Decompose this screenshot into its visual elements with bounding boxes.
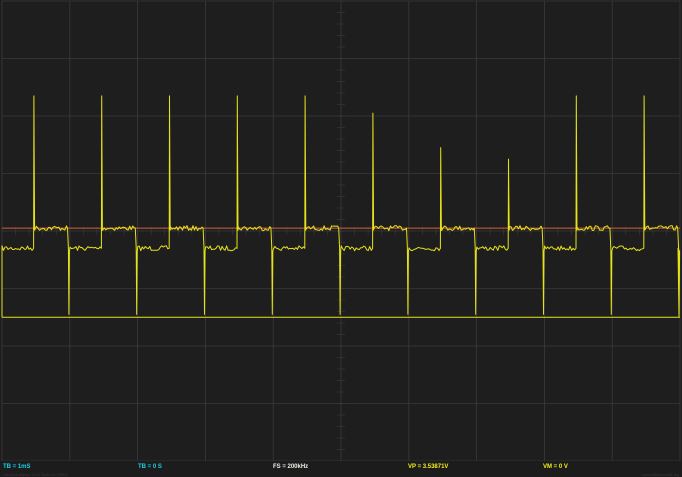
peak-voltage-readout: VP = 3.53871V xyxy=(408,464,449,470)
oscilloscope-display: TB = 1mS TB = 0 S FS = 200kHz VP = 3.538… xyxy=(0,0,682,477)
version-label: Visual Analyser 2014 Build 01 FREE xyxy=(3,472,68,477)
timebase-readout: TB = 1mS xyxy=(3,464,31,470)
time-offset-readout: TB = 0 S xyxy=(138,464,162,470)
status-bar: TB = 1mS TB = 0 S FS = 200kHz VP = 3.538… xyxy=(0,461,682,477)
sample-rate-readout: FS = 200kHz xyxy=(273,464,309,470)
scope-screen xyxy=(0,0,682,461)
min-voltage-readout: VM = 0 V xyxy=(543,464,568,470)
website-label: www.sillanumsoft.org xyxy=(641,472,679,477)
